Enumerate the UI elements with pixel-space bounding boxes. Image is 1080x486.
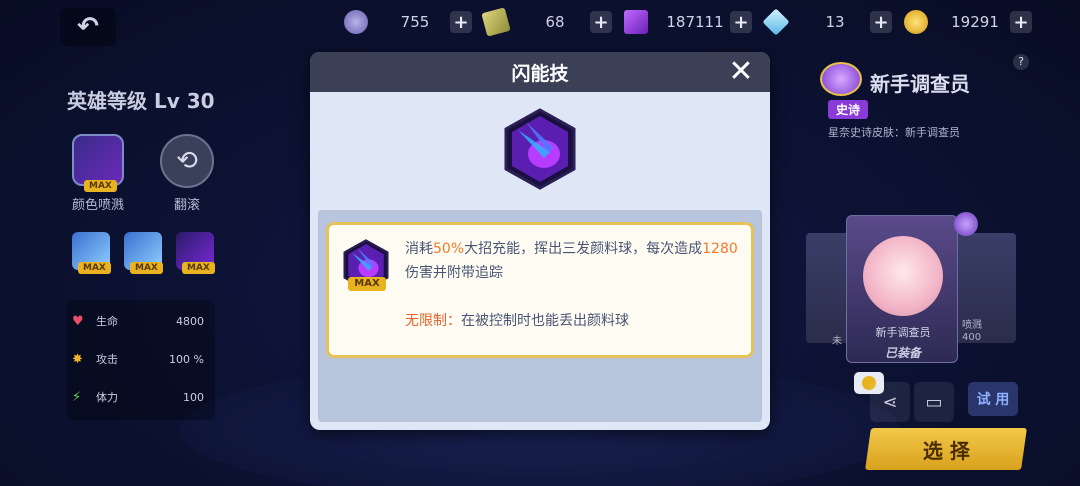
- desc-text-part: 大招充能，挥出三发颜料球，每次造成: [464, 241, 703, 257]
- desc-text-part: 伤害并附带追踪: [405, 265, 503, 281]
- add-blue-diamond-button[interactable]: +: [870, 11, 892, 33]
- resource-value: 13: [825, 13, 845, 31]
- resource-ticket: 68 +: [481, 7, 612, 37]
- skill-color-splash[interactable]: [72, 134, 124, 186]
- energy-icon: [344, 10, 368, 34]
- swirl-icon: ⟲: [176, 146, 198, 176]
- blue-diamond-icon: [762, 8, 790, 36]
- stat-hp: ♥ 生命 4800: [72, 310, 212, 332]
- skin-card-next-value: 400: [962, 332, 982, 343]
- lightning-icon: ⚡: [72, 389, 82, 405]
- modal-header: 闪能技 ✕: [310, 52, 770, 92]
- share-icon: ⋖: [882, 391, 898, 413]
- stat-label: 生命: [96, 315, 118, 328]
- skill-description-card: MAX 消耗50%大招充能，挥出三发颜料球，每次造成1280 伤害并附带追踪 无限…: [326, 222, 754, 358]
- skin-label: 星奈史诗皮肤：新手调查员: [828, 126, 960, 139]
- resource-purple-cube: 187111 +: [624, 8, 752, 36]
- add-gold-coin-button[interactable]: +: [1010, 11, 1032, 33]
- skill-extra-effect: 无限制：在被控制时也能丢出颜料球: [405, 309, 741, 333]
- equipped-status: 已装备: [884, 346, 921, 360]
- character-portrait: [863, 236, 943, 316]
- max-badge: MAX: [348, 277, 386, 291]
- help-icon[interactable]: ?: [1013, 54, 1029, 70]
- resource-energy: 755 +: [344, 8, 472, 36]
- skin-card-next-label: 喷溅: [962, 320, 982, 331]
- add-purple-cube-button[interactable]: +: [730, 11, 752, 33]
- max-badge: MAX: [78, 262, 111, 274]
- extra-text: 在被控制时也能丢出颜料球: [461, 313, 629, 329]
- skill-label: 翻滚: [174, 198, 201, 213]
- back-arrow-icon: ↶: [77, 12, 99, 42]
- max-badge: MAX: [130, 262, 163, 274]
- skill-label: 颜色喷溅: [72, 198, 125, 213]
- skin-card-name: 新手调查员: [875, 326, 931, 339]
- heart-icon: ♥: [72, 313, 84, 329]
- character-emblem: [820, 62, 862, 96]
- fullscreen-button[interactable]: ▭: [914, 382, 954, 422]
- resource-value: 187111: [666, 13, 724, 31]
- stat-label: 攻击: [96, 353, 118, 366]
- stat-value: 100: [183, 390, 204, 404]
- resource-value: 19291: [951, 13, 999, 31]
- skill-roll[interactable]: ⟲: [160, 134, 214, 188]
- add-energy-button[interactable]: +: [450, 11, 472, 33]
- share-button[interactable]: ⋖: [870, 382, 910, 422]
- ticket-icon: [481, 7, 511, 37]
- purple-cube-icon: [624, 10, 648, 34]
- stat-value: 4800: [176, 314, 204, 328]
- select-button-label: 选 择: [922, 438, 970, 463]
- skill-detail-modal: 闪能技 ✕ MAX 消耗50%大招充能，挥出三发颜料球，每次造成1280 伤害并附…: [310, 52, 770, 430]
- palette-icon[interactable]: [954, 212, 978, 236]
- resource-value: 68: [545, 13, 565, 31]
- back-button[interactable]: ↶: [60, 8, 116, 46]
- skin-card-selected[interactable]: 新手调查员 已装备: [846, 215, 958, 363]
- desc-text-part: 消耗: [405, 241, 433, 257]
- extra-label: 无限制：: [405, 313, 461, 329]
- burst-icon: ✸: [72, 351, 83, 367]
- max-badge: MAX: [84, 180, 117, 192]
- stat-value: 100 %: [169, 352, 204, 366]
- stat-stamina: ⚡ 体力 100: [72, 386, 212, 408]
- hero-level: 英雄等级 Lv 30: [67, 89, 215, 113]
- desc-highlight: 50%: [433, 241, 465, 257]
- resource-value: 755: [400, 13, 430, 31]
- skill-description: 消耗50%大招充能，挥出三发颜料球，每次造成1280 伤害并附带追踪: [405, 237, 741, 285]
- gold-coin-icon: [904, 10, 928, 34]
- skill-icon: [504, 108, 576, 190]
- select-button[interactable]: 选 择: [865, 428, 1027, 470]
- modal-title: 闪能技: [511, 62, 569, 85]
- fullscreen-icon: ▭: [925, 391, 943, 413]
- rarity-badge: 史诗: [828, 100, 869, 119]
- add-ticket-button[interactable]: +: [590, 11, 612, 33]
- try-button[interactable]: 试 用: [968, 382, 1018, 416]
- character-name: 新手调查员: [870, 72, 970, 96]
- resource-blue-diamond: 13 +: [762, 8, 892, 36]
- skin-card-prev-label: 未: [832, 336, 842, 347]
- max-badge: MAX: [182, 262, 215, 274]
- stat-label: 体力: [96, 391, 118, 404]
- stat-attack: ✸ 攻击 100 %: [72, 348, 212, 370]
- desc-highlight: 1280: [702, 241, 738, 257]
- close-icon[interactable]: ✕: [726, 57, 756, 87]
- resource-gold-coin: 19291 +: [904, 8, 1032, 36]
